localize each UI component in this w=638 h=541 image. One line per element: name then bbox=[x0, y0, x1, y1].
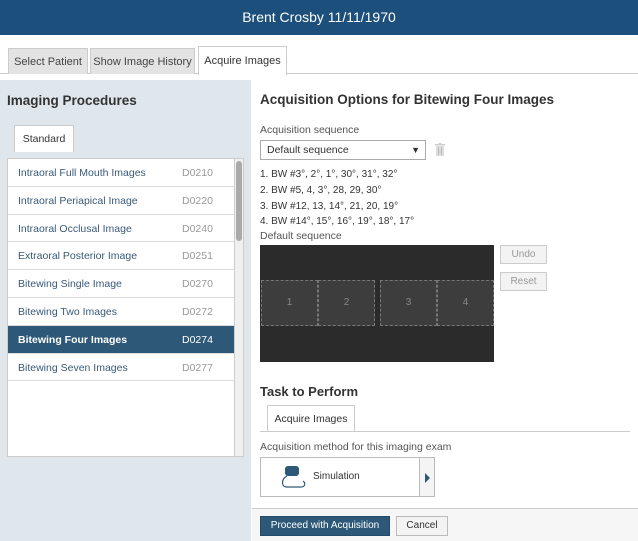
reset-button[interactable]: Reset bbox=[500, 272, 547, 291]
acquisition-options-panel: Acquisition Options for Bitewing Four Im… bbox=[252, 80, 638, 541]
method-next-arrow[interactable] bbox=[420, 457, 435, 497]
trash-icon[interactable] bbox=[435, 143, 445, 156]
acquisition-method-tile[interactable]: Simulation bbox=[260, 457, 420, 497]
procedure-item[interactable]: Extraoral Posterior Image D0251 bbox=[8, 242, 234, 271]
procedure-item[interactable]: Intraoral Occlusal Image D0240 bbox=[8, 215, 234, 243]
procedure-item[interactable]: Intraoral Full Mouth Images D0210 bbox=[8, 159, 234, 187]
procedure-item[interactable]: Bitewing Two Images D0272 bbox=[8, 298, 234, 326]
patient-header: Brent Crosby 11/11/1970 bbox=[0, 0, 638, 35]
image-layout-canvas: 1 2 3 4 bbox=[260, 245, 494, 362]
tab-divider bbox=[260, 431, 630, 432]
procedure-item[interactable]: Bitewing Single Image D0270 bbox=[8, 270, 234, 298]
tab-select-patient[interactable]: Select Patient bbox=[8, 48, 88, 74]
imaging-procedures-panel: Imaging Procedures Standard Intraoral Fu… bbox=[0, 80, 251, 541]
sensor-icon bbox=[281, 466, 306, 488]
proceed-with-acquisition-button[interactable]: Proceed with Acquisition bbox=[260, 516, 390, 536]
cancel-button[interactable]: Cancel bbox=[396, 516, 448, 536]
procedure-item[interactable]: Intraoral Periapical Image D0220 bbox=[8, 187, 234, 215]
image-slot[interactable]: 4 bbox=[437, 280, 494, 326]
image-slot[interactable]: 2 bbox=[318, 280, 375, 326]
tab-acquire-images[interactable]: Acquire Images bbox=[198, 46, 287, 75]
acquisition-method-name: Simulation bbox=[313, 471, 360, 482]
sequence-line: 3. BW #12, 13, 14°, 21, 20, 19° bbox=[260, 201, 399, 212]
undo-button[interactable]: Undo bbox=[500, 245, 547, 264]
footer-bar: Proceed with Acquisition Cancel bbox=[252, 508, 638, 541]
sequence-line: 4. BW #14°, 15°, 16°, 19°, 18°, 17° bbox=[260, 216, 415, 227]
procedure-item-selected[interactable]: Bitewing Four Images D0274 bbox=[8, 325, 234, 354]
patient-title: Brent Crosby 11/11/1970 bbox=[242, 9, 396, 25]
procedure-item[interactable]: Bitewing Seven Images D0277 bbox=[8, 354, 234, 382]
scrollbar-thumb[interactable] bbox=[236, 161, 242, 241]
image-slot[interactable]: 3 bbox=[380, 280, 437, 326]
procedures-title: Imaging Procedures bbox=[7, 93, 137, 108]
sequence-caption: Default sequence bbox=[260, 230, 342, 242]
acquisition-options-title: Acquisition Options for Bitewing Four Im… bbox=[260, 92, 555, 107]
image-slot[interactable]: 1 bbox=[261, 280, 318, 326]
dropdown-arrow-icon: ▼ bbox=[411, 145, 420, 155]
sequence-line: 2. BW #5, 4, 3°, 28, 29, 30° bbox=[260, 185, 382, 196]
main-tabbar: Select Patient Show Image History Acquir… bbox=[0, 40, 638, 75]
tab-show-image-history[interactable]: Show Image History bbox=[90, 48, 195, 74]
acquisition-method-label: Acquisition method for this imaging exam bbox=[260, 441, 452, 453]
tab-standard[interactable]: Standard bbox=[14, 125, 74, 152]
acquisition-sequence-label: Acquisition sequence bbox=[260, 124, 360, 136]
sequence-line: 1. BW #3°, 2°, 1°, 30°, 31°, 32° bbox=[260, 169, 398, 180]
acquisition-sequence-select[interactable]: Default sequence ▼ bbox=[260, 140, 426, 160]
acquisition-sequence-value: Default sequence bbox=[267, 144, 349, 156]
procedure-list: Intraoral Full Mouth Images D0210 Intraor… bbox=[7, 158, 235, 457]
task-title: Task to Perform bbox=[260, 384, 359, 399]
procedure-list-scrollbar[interactable] bbox=[235, 158, 244, 457]
tab-task-acquire-images[interactable]: Acquire Images bbox=[267, 405, 355, 432]
